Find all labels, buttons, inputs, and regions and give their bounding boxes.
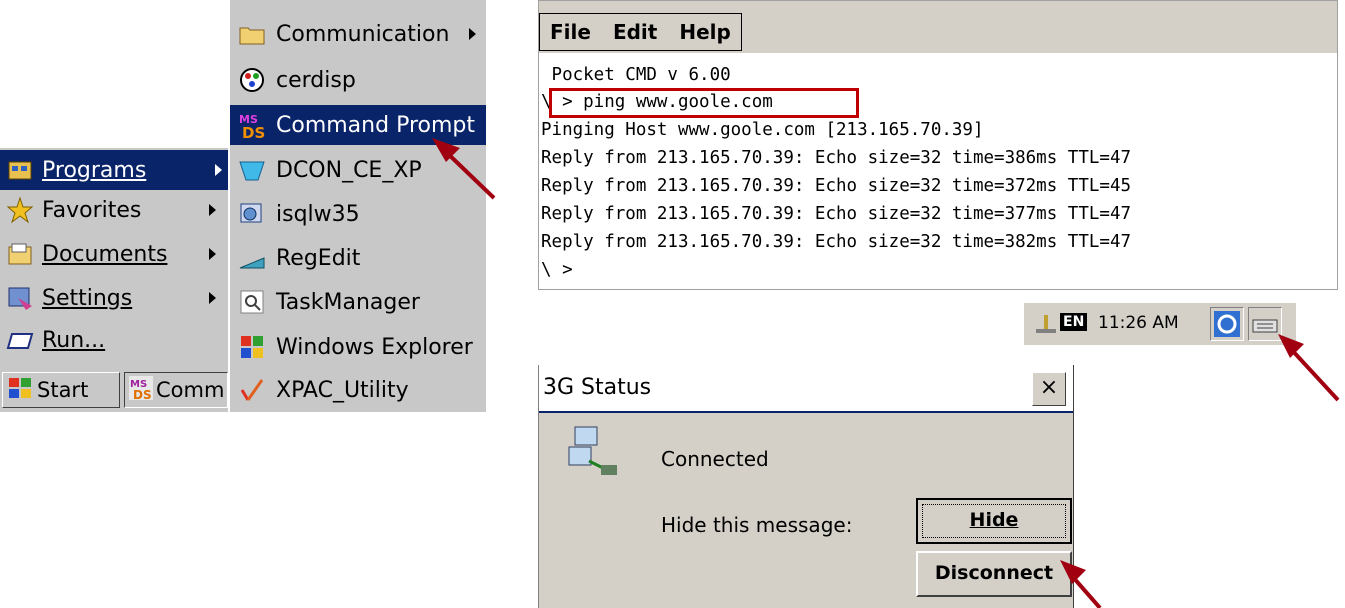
dialog-title: 3G Status bbox=[543, 375, 652, 400]
taskbar-button-command[interactable]: MS DS Comm bbox=[124, 372, 228, 408]
clock: 11:26 AM bbox=[1098, 313, 1179, 333]
language-indicator[interactable]: EN bbox=[1060, 313, 1088, 331]
programs-item-label: TaskManager bbox=[276, 289, 420, 315]
programs-item-label: RegEdit bbox=[276, 245, 361, 271]
programs-item-taskmanager[interactable]: TaskManager bbox=[230, 282, 486, 322]
programs-item-label: Windows Explorer bbox=[276, 334, 473, 360]
start-button[interactable]: Start bbox=[2, 372, 120, 408]
start-menu-item-run[interactable]: Run... bbox=[6, 320, 222, 360]
start-menu-item-programs[interactable]: Programs bbox=[0, 150, 228, 190]
submenu-arrow-icon bbox=[209, 248, 216, 260]
cerdisp-icon bbox=[238, 66, 266, 94]
start-menu-label: Settings bbox=[42, 285, 133, 311]
dcon-icon bbox=[238, 156, 266, 184]
favorites-star-icon bbox=[6, 196, 34, 224]
programs-item-xpac-utility[interactable]: XPAC_Utility bbox=[230, 370, 486, 410]
network-icon[interactable] bbox=[1034, 313, 1058, 341]
taskmanager-icon bbox=[238, 288, 266, 316]
taskbar-button-label: Comm bbox=[156, 378, 225, 402]
system-tray: EN 11:26 AM bbox=[1024, 303, 1296, 345]
menu-box: File Edit Help bbox=[539, 13, 742, 51]
start-menu-item-favorites[interactable]: Favorites bbox=[6, 190, 222, 230]
network-connection-icon bbox=[565, 421, 625, 485]
console-line: Reply from 213.165.70.39: Echo size=32 t… bbox=[541, 232, 1132, 252]
3g-status-dialog: 3G Status × Connected Hide this message:… bbox=[538, 365, 1074, 608]
menu-bar: File Edit Help bbox=[539, 1, 1337, 53]
programs-item-communication[interactable]: Communication bbox=[230, 14, 486, 54]
hide-message-label: Hide this message: bbox=[661, 513, 853, 537]
hide-button[interactable]: Hide bbox=[916, 498, 1072, 544]
submenu-arrow-icon bbox=[209, 292, 216, 304]
windows-flag-icon bbox=[238, 333, 266, 361]
regedit-icon bbox=[238, 244, 266, 272]
console-line: Reply from 213.165.70.39: Echo size=32 t… bbox=[541, 204, 1132, 224]
isqlw-icon bbox=[238, 200, 266, 228]
start-menu-item-documents[interactable]: Documents bbox=[6, 234, 222, 274]
command-prompt-window: File Edit Help Pocket CMD v 6.00 \ > pin… bbox=[538, 0, 1338, 290]
run-icon bbox=[6, 326, 34, 354]
annotation-arrow bbox=[432, 138, 496, 200]
submenu-arrow-icon bbox=[209, 204, 216, 216]
programs-icon bbox=[6, 156, 34, 184]
start-menu-label: Documents bbox=[42, 241, 168, 267]
submenu-arrow-icon bbox=[469, 28, 476, 40]
start-menu-item-settings[interactable]: Settings bbox=[6, 278, 222, 318]
annotation-arrow bbox=[1278, 334, 1340, 402]
command-prompt-icon: MS DS bbox=[129, 375, 153, 405]
menu-file[interactable]: File bbox=[550, 20, 591, 44]
documents-icon bbox=[6, 240, 34, 268]
console-line: Pocket CMD v 6.00 bbox=[541, 65, 731, 85]
svg-text:DS: DS bbox=[133, 388, 152, 400]
focus-rect bbox=[922, 504, 1066, 538]
menu-edit[interactable]: Edit bbox=[613, 20, 657, 44]
highlight-box bbox=[549, 88, 859, 118]
programs-item-windows-explorer[interactable]: Windows Explorer bbox=[230, 327, 486, 367]
programs-item-label: Communication bbox=[276, 21, 450, 47]
menu-help[interactable]: Help bbox=[679, 20, 730, 44]
command-prompt-icon: MS DS bbox=[238, 111, 266, 142]
xpac-icon bbox=[238, 376, 266, 404]
console-line: \ > bbox=[541, 260, 573, 280]
start-menu-label: Favorites bbox=[42, 197, 142, 223]
windows-flag-icon bbox=[7, 376, 33, 405]
3g-connection-icon[interactable] bbox=[1210, 307, 1244, 341]
console-line: Reply from 213.165.70.39: Echo size=32 t… bbox=[541, 176, 1132, 196]
programs-item-label: cerdisp bbox=[276, 67, 356, 93]
console-line: Reply from 213.165.70.39: Echo size=32 t… bbox=[541, 148, 1132, 168]
svg-text:DS: DS bbox=[242, 124, 265, 139]
start-label: Start bbox=[37, 378, 89, 402]
start-menu-label: Programs bbox=[42, 157, 147, 183]
disconnect-button[interactable]: Disconnect bbox=[916, 551, 1072, 597]
submenu-arrow-icon bbox=[215, 164, 222, 176]
programs-item-cerdisp[interactable]: cerdisp bbox=[230, 60, 486, 100]
start-menu-label: Run... bbox=[42, 327, 106, 353]
close-button[interactable]: × bbox=[1032, 372, 1066, 406]
programs-item-regedit[interactable]: RegEdit bbox=[230, 238, 486, 278]
settings-icon bbox=[6, 284, 34, 312]
folder-icon bbox=[238, 20, 266, 48]
console-line: Pinging Host www.goole.com [213.165.70.3… bbox=[541, 120, 984, 140]
dialog-title-bar: 3G Status × bbox=[539, 365, 1073, 413]
annotation-arrow bbox=[1060, 560, 1102, 608]
connection-status: Connected bbox=[661, 447, 769, 471]
programs-item-label: XPAC_Utility bbox=[276, 377, 409, 403]
